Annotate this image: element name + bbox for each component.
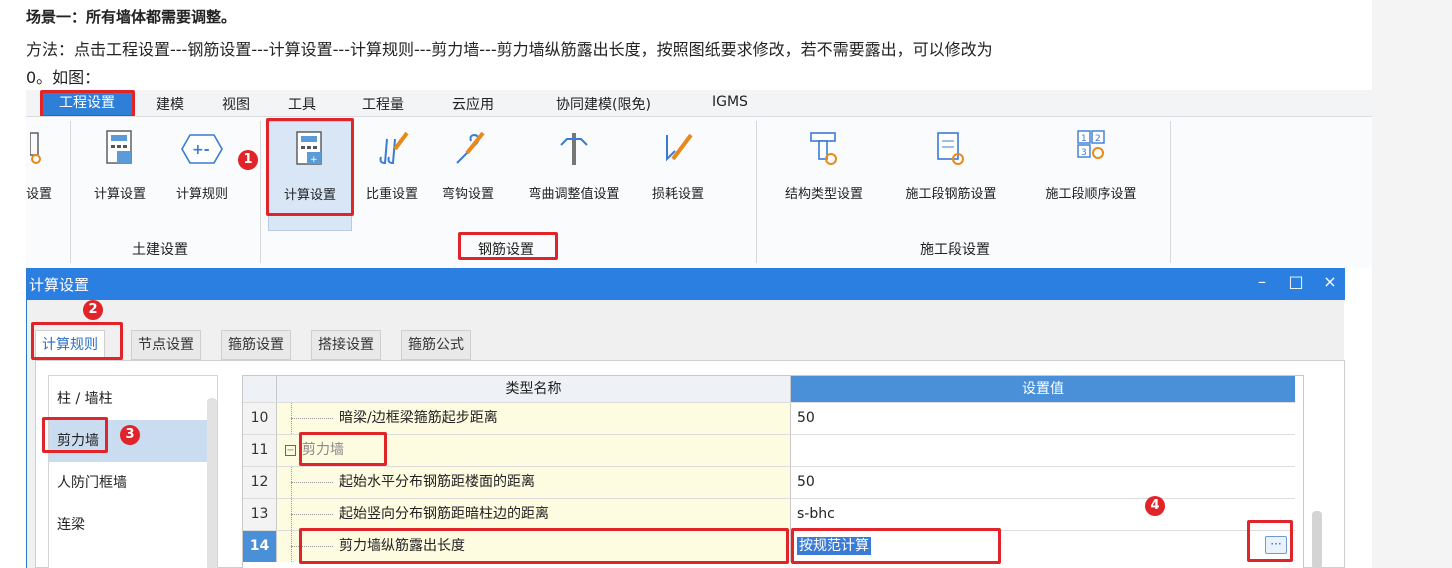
dialog-title: 计算设置	[29, 276, 90, 294]
calculator-icon	[106, 130, 132, 164]
nav-item-column[interactable]: 柱 / 墙柱	[49, 378, 207, 420]
article-content: 场景一：所有墙体都需要调整。 方法：点击工程设置---钢筋设置---计算设置--…	[0, 0, 1372, 568]
highlight-ellipsis-box	[1247, 520, 1293, 562]
nav-item-civil-defense-wall[interactable]: 人防门框墙	[49, 462, 207, 504]
rebar-loss-settings-button[interactable]: 损耗设置	[640, 121, 716, 231]
rules-grid: 类型名称 设置值 10 暗梁/边框梁箍筋起步距离 50 11 − 剪力墙 12 起…	[242, 375, 1304, 568]
segment-rebar-icon	[937, 132, 964, 165]
group-separator	[1170, 121, 1171, 263]
ribbon-toolbar: 设置 计算设置 +- 计算规则 土建设置 + 计算设置 比重设置 弯钩设置 弯曲…	[26, 116, 1372, 268]
step-badge: 3	[120, 425, 140, 445]
tab-lap-settings[interactable]: 搭接设置	[311, 330, 381, 360]
menu-modeling[interactable]: 建模	[156, 94, 184, 114]
table-row[interactable]: 12 起始水平分布钢筋距楼面的距离 50	[243, 466, 1295, 498]
highlight-menu-box	[40, 90, 135, 118]
highlight-value-cell	[791, 528, 1001, 564]
segment-order-settings-button[interactable]: 123 施工段顺序设置	[1026, 121, 1156, 231]
step-badge: 1	[238, 150, 258, 170]
nav-item-coupling-beam[interactable]: 连梁	[49, 504, 207, 546]
maximize-icon[interactable]: □	[1285, 272, 1307, 291]
group-separator	[756, 121, 757, 263]
collapse-icon[interactable]: −	[285, 444, 296, 456]
svg-text:+-: +-	[192, 142, 210, 158]
tool-partial[interactable]: 设置	[26, 121, 60, 231]
step-badge: 2	[83, 300, 103, 320]
step-badge: 4	[1145, 496, 1165, 516]
rebar-weight-settings-button[interactable]: 比重设置	[356, 121, 428, 231]
formula-icon: +-	[181, 134, 223, 164]
rebar-hook-settings-button[interactable]: 弯钩设置	[432, 121, 504, 231]
menu-tools[interactable]: 工具	[288, 94, 316, 114]
method-text-continued: 0。如图：	[26, 68, 101, 87]
method-text: 方法：点击工程设置---钢筋设置---计算设置---计算规则---剪力墙---剪…	[26, 40, 993, 59]
highlight-name-cell	[299, 528, 789, 564]
highlight-rebar-group-box	[458, 232, 558, 260]
calc-settings-dialog: 计算设置 – □ × 2 计算规则 节点设置 箍筋设置 搭接设置 箍筋公式 柱 …	[26, 268, 1345, 568]
civil-group-label: 土建设置	[132, 242, 188, 258]
highlight-nav-box	[42, 417, 108, 453]
category-list: 柱 / 墙柱 剪力墙 人防门框墙 连梁	[48, 375, 218, 568]
right-margin	[1372, 0, 1452, 568]
construction-group-label: 施工段设置	[920, 242, 990, 258]
segment-rebar-settings-button[interactable]: 施工段钢筋设置	[886, 121, 1016, 231]
close-icon[interactable]: ×	[1319, 272, 1341, 291]
menu-igms[interactable]: IGMS	[712, 94, 748, 110]
grid-header-num	[243, 376, 277, 402]
svg-text:2: 2	[1095, 134, 1101, 144]
svg-text:3: 3	[1081, 148, 1087, 158]
menu-quantity[interactable]: 工程量	[362, 94, 404, 114]
tab-stirrup-settings[interactable]: 箍筋设置	[221, 330, 291, 360]
rebar-weight-icon	[379, 131, 409, 165]
menu-collab[interactable]: 协同建模(限免)	[556, 94, 651, 114]
tab-stirrup-formula[interactable]: 箍筋公式	[401, 330, 471, 360]
civil-calc-settings-button[interactable]: 计算设置	[82, 121, 158, 231]
grid-scrollbar[interactable]	[1312, 511, 1322, 568]
svg-text:1: 1	[1081, 134, 1087, 144]
hook-icon	[456, 131, 485, 164]
nav-scrollbar[interactable]	[207, 398, 217, 568]
highlight-rebar-calc-box	[266, 118, 354, 216]
scenario-heading: 场景一：所有墙体都需要调整。	[26, 8, 237, 26]
segment-order-icon: 1 23	[1077, 130, 1105, 159]
structure-type-settings-button[interactable]: 结构类型设置	[766, 121, 882, 231]
highlight-shearwall-row	[299, 432, 387, 466]
tab-node-settings[interactable]: 节点设置	[131, 330, 201, 360]
settings-icon	[30, 132, 41, 164]
ribbon: 工程设置 建模 视图 工具 工程量 云应用 协同建模(限免) IGMS 设置 计…	[26, 90, 1372, 268]
minimize-icon[interactable]: –	[1251, 272, 1273, 291]
grid-header-value: 设置值	[791, 376, 1295, 402]
menu-bar: 工程设置 建模 视图 工具 工程量 云应用 协同建模(限免) IGMS	[26, 90, 1372, 116]
loss-icon	[666, 133, 693, 162]
table-row[interactable]: 10 暗梁/边框梁箍筋起步距离 50	[243, 402, 1295, 434]
bend-icon	[560, 133, 588, 165]
highlight-tab-box	[31, 322, 123, 360]
menu-view[interactable]: 视图	[222, 94, 250, 114]
structure-icon	[810, 132, 837, 165]
rebar-bend-adjust-button[interactable]: 弯曲调整值设置	[510, 121, 638, 231]
civil-calc-rules-button[interactable]: +- 计算规则	[164, 121, 240, 231]
grid-header-type: 类型名称	[277, 376, 791, 402]
table-row[interactable]: 11 − 剪力墙	[243, 434, 1295, 466]
group-separator	[70, 121, 71, 263]
group-separator	[260, 121, 261, 263]
menu-cloud[interactable]: 云应用	[452, 94, 494, 114]
rules-panel: 柱 / 墙柱 剪力墙 人防门框墙 连梁 3 类型名称 设置值 10 暗梁/边框梁…	[35, 360, 1345, 568]
table-row[interactable]: 13 起始竖向分布钢筋距暗柱边的距离 s-bhc	[243, 498, 1295, 530]
dialog-titlebar: 计算设置 – □ ×	[27, 268, 1345, 300]
